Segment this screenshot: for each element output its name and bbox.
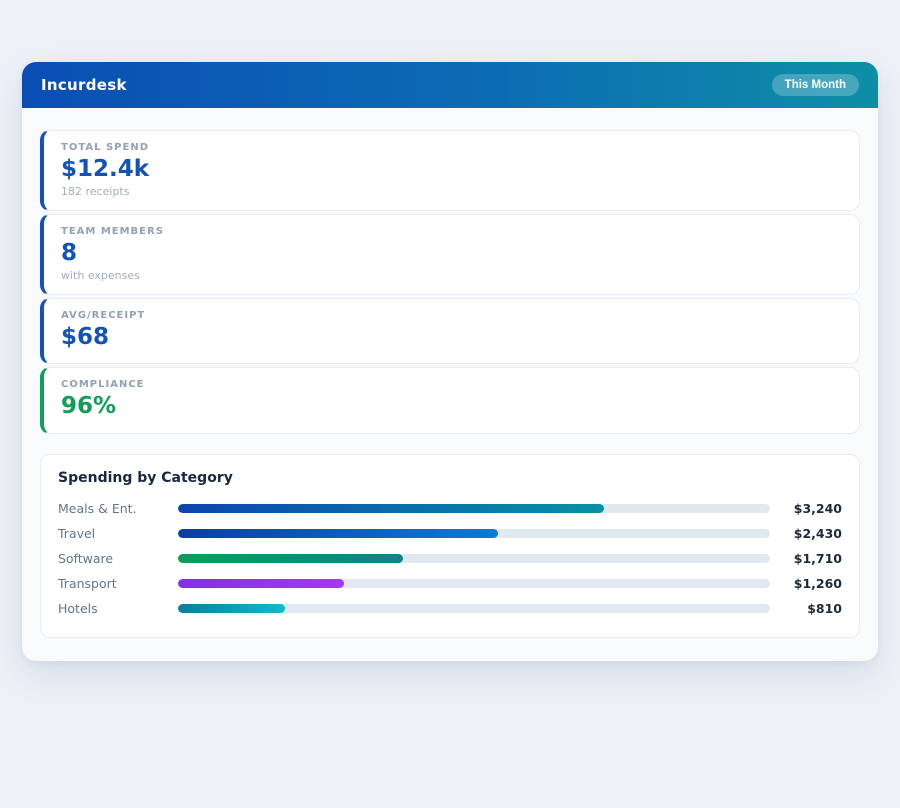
category-value: $3,240: [770, 501, 842, 516]
stat-card-avg-receipt: AVG/RECEIPT $68: [40, 298, 860, 365]
chart-row-meals: Meals & Ent. $3,240: [58, 496, 842, 521]
bar-fill: [178, 529, 498, 538]
stat-subtext: with expenses: [61, 269, 842, 282]
app-header: Incurdesk This Month: [22, 62, 878, 108]
stat-card-total-spend: TOTAL SPEND $12.4k 182 receipts: [40, 130, 860, 211]
category-label: Travel: [58, 526, 178, 541]
bar-track: [178, 529, 770, 538]
bar-fill: [178, 604, 285, 613]
bar-fill: [178, 579, 344, 588]
category-label: Hotels: [58, 601, 178, 616]
category-value: $1,260: [770, 576, 842, 591]
stat-value: 8: [61, 239, 842, 268]
bar-track: [178, 579, 770, 588]
category-value: $810: [770, 601, 842, 616]
bar-track: [178, 604, 770, 613]
chart-row-software: Software $1,710: [58, 546, 842, 571]
category-label: Transport: [58, 576, 178, 591]
stat-label: COMPLIANCE: [61, 379, 842, 390]
bar-track: [178, 554, 770, 563]
stat-label: TOTAL SPEND: [61, 142, 842, 153]
stat-value: 96%: [61, 392, 842, 421]
spending-chart-card: Spending by Category Meals & Ent. $3,240…: [40, 454, 860, 638]
stat-value: $12.4k: [61, 155, 842, 184]
app-title: Incurdesk: [41, 76, 127, 94]
stat-label: AVG/RECEIPT: [61, 310, 842, 321]
stat-subtext: 182 receipts: [61, 185, 842, 198]
stat-label: TEAM MEMBERS: [61, 226, 842, 237]
dashboard-panel: Incurdesk This Month TOTAL SPEND $12.4k …: [22, 62, 878, 661]
category-label: Software: [58, 551, 178, 566]
stat-value: $68: [61, 323, 842, 352]
stat-card-team-members: TEAM MEMBERS 8 with expenses: [40, 214, 860, 295]
stat-cards: TOTAL SPEND $12.4k 182 receipts TEAM MEM…: [22, 108, 878, 434]
category-value: $2,430: [770, 526, 842, 541]
stat-card-compliance: COMPLIANCE 96%: [40, 367, 860, 434]
bar-fill: [178, 504, 604, 513]
chart-title: Spending by Category: [58, 470, 842, 486]
category-value: $1,710: [770, 551, 842, 566]
period-badge[interactable]: This Month: [772, 74, 859, 96]
bar-track: [178, 504, 770, 513]
chart-row-travel: Travel $2,430: [58, 521, 842, 546]
chart-row-transport: Transport $1,260: [58, 571, 842, 596]
chart-row-hotels: Hotels $810: [58, 596, 842, 621]
bar-fill: [178, 554, 403, 563]
category-label: Meals & Ent.: [58, 501, 178, 516]
